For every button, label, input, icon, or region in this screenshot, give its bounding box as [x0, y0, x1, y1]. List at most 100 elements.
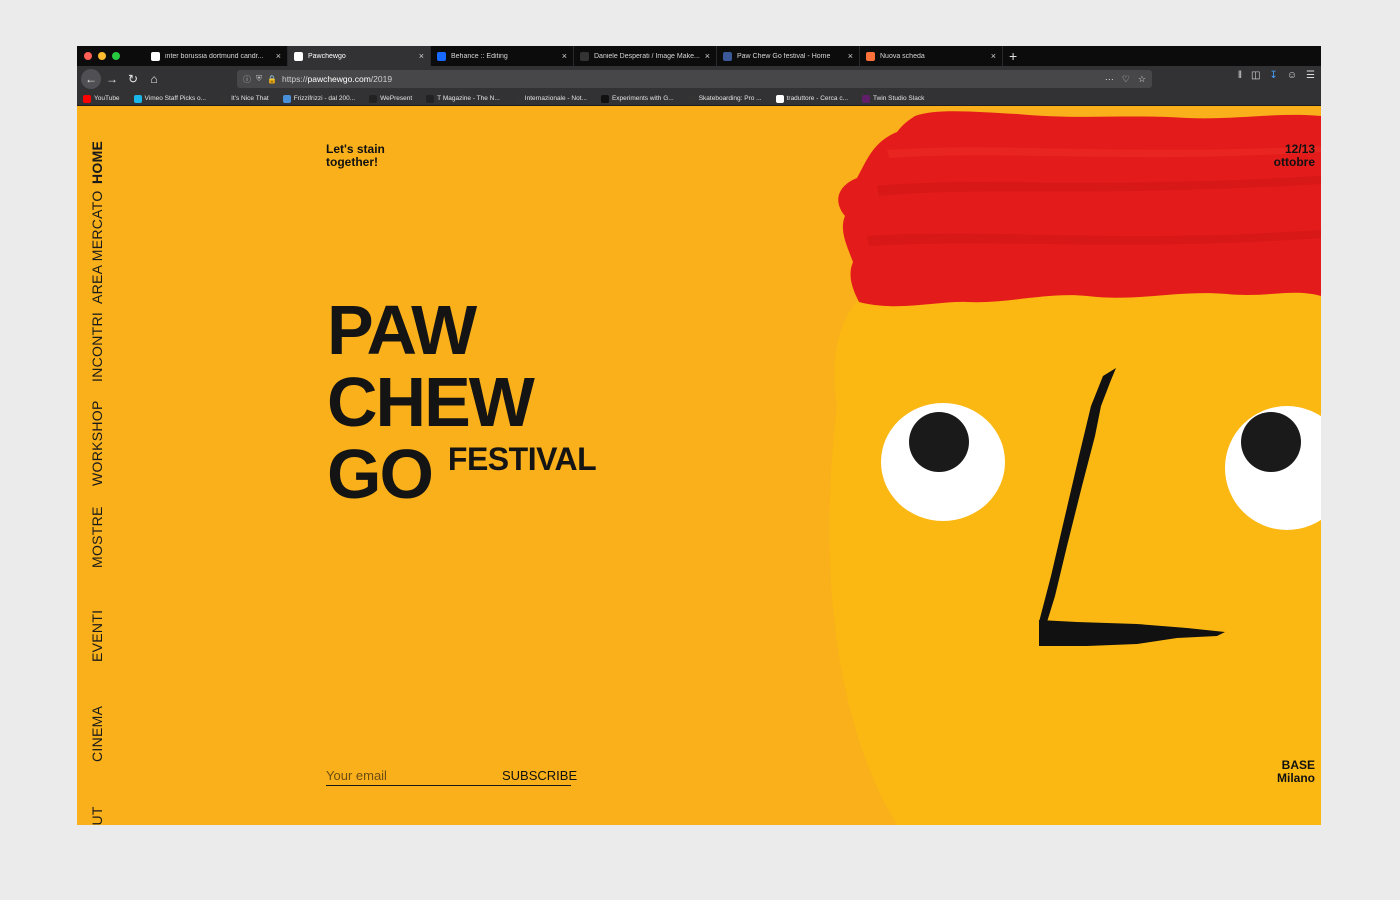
close-tab-icon[interactable]: ×	[276, 51, 281, 61]
close-tab-icon[interactable]: ×	[419, 51, 424, 61]
firefox-icon	[866, 51, 875, 61]
bookmark-item[interactable]: WePresent	[369, 94, 422, 103]
close-tab-icon[interactable]: ×	[991, 51, 996, 61]
nav-item-area-mercato[interactable]: AREA MERCATO	[89, 190, 105, 304]
maximize-window-button[interactable]	[112, 52, 120, 60]
tab-title: Behance :: Editing	[451, 52, 508, 60]
bookmark-item[interactable]: It's Nice That	[220, 94, 279, 103]
bookmark-item[interactable]: Internazionale - Not...	[513, 94, 597, 103]
account-icon[interactable]: ☺	[1287, 70, 1297, 81]
title-festival: FESTIVAL	[447, 441, 597, 477]
new-tab-button[interactable]: +	[1003, 48, 1023, 64]
tab-title: Daniele Desperati / Image Make...	[594, 52, 700, 60]
vimeo-icon	[133, 94, 142, 103]
bookmark-label: Internazionale - Not...	[524, 95, 587, 102]
face-illustration	[829, 111, 1321, 825]
dates-line: ottobre	[1273, 155, 1315, 169]
menu-icon[interactable]: ☰	[1306, 70, 1315, 81]
bookmark-item[interactable]: Vimeo Staff Picks o...	[133, 94, 217, 103]
bookmark-item[interactable]: YouTube	[83, 94, 130, 103]
bookmark-item[interactable]: Experiments with G...	[600, 94, 684, 103]
nav-item-about[interactable]: ABOUT	[89, 806, 105, 825]
nav-item-eventi[interactable]: EVENTI	[89, 610, 105, 662]
bookmark-label: T Magazine - The N...	[437, 95, 500, 102]
youtube-icon	[83, 94, 91, 103]
tab-title: Pawchewgo	[308, 52, 346, 60]
nav-item-workshop[interactable]: WORKSHOP	[89, 400, 105, 486]
skate-icon	[687, 94, 696, 103]
bookmark-label: Frizzifrizzi - dal 200...	[293, 95, 356, 102]
bookmark-item[interactable]: traduttore - Cerca c...	[775, 94, 858, 103]
google-icon	[151, 51, 160, 61]
browser-tab[interactable]: Nuova scheda ×	[860, 46, 1003, 66]
url-path: /2019	[370, 74, 393, 84]
browser-tab[interactable]: Pawchewgo ×	[288, 46, 431, 66]
red-paint-stroke	[838, 111, 1321, 307]
url-prefix: https://	[281, 74, 308, 84]
info-icon[interactable]: ⓘ	[243, 74, 251, 85]
nav-item-mostre[interactable]: MOSTRE	[89, 506, 105, 568]
url-host: pawchewgo.com	[307, 74, 371, 84]
back-button[interactable]: ←	[81, 69, 101, 89]
reload-button[interactable]: ↻	[123, 69, 143, 89]
bookmarks-bar: YouTube Vimeo Staff Picks o... It's Nice T…	[77, 92, 1321, 106]
left-eye-white	[881, 403, 1005, 521]
wepresent-icon	[369, 94, 378, 103]
nav-item-incontri[interactable]: INCONTRI	[89, 312, 105, 382]
nose-stroke	[1039, 368, 1116, 622]
nav-item-home[interactable]: HOME	[89, 141, 105, 184]
email-input[interactable]	[326, 766, 502, 785]
tab-title: Paw Chew Go festival - Home	[737, 52, 831, 60]
side-navigation: HOME AREA MERCATO INCONTRI WORKSHOP MOSTRE EV…	[89, 132, 105, 825]
close-window-button[interactable]	[84, 52, 92, 60]
browser-window: inter borussia dortmund candr... × Pawchew…	[77, 46, 1321, 825]
bookmark-item[interactable]: T Magazine - The N...	[426, 94, 510, 103]
sidebar-icon[interactable]: ◫	[1251, 70, 1260, 81]
bookmark-label: Twin Studio Slack	[873, 95, 925, 102]
bookmark-label: YouTube	[94, 95, 120, 102]
download-icon[interactable]: ↧	[1269, 70, 1277, 81]
close-tab-icon[interactable]: ×	[562, 51, 567, 61]
shield-icon[interactable]: ⛨	[256, 74, 262, 84]
left-eye-pupil	[909, 412, 969, 472]
title-line-paw: PAW	[327, 291, 477, 369]
forward-button[interactable]: →	[102, 69, 122, 89]
bookmark-item[interactable]: Twin Studio Slack	[862, 94, 934, 103]
title-line-chew: CHEW	[327, 363, 535, 441]
nyt-icon	[426, 94, 435, 103]
subscribe-button[interactable]: SUBSCRIBE	[502, 768, 577, 783]
itsnicethat-icon	[220, 94, 229, 103]
page-actions-icon[interactable]: ⋯	[1105, 74, 1114, 85]
bookmark-item[interactable]: Frizzifrizzi - dal 200...	[282, 94, 365, 103]
browser-tab[interactable]: Daniele Desperati / Image Make... ×	[574, 46, 717, 66]
close-tab-icon[interactable]: ×	[705, 51, 710, 61]
frizzifrizzi-icon	[282, 94, 291, 103]
browser-tab[interactable]: Paw Chew Go festival - Home ×	[717, 46, 860, 66]
browser-tab[interactable]: Behance :: Editing ×	[431, 46, 574, 66]
close-tab-icon[interactable]: ×	[848, 51, 853, 61]
tab-title: inter borussia dortmund candr...	[165, 52, 264, 60]
internazionale-icon	[513, 94, 522, 103]
bookmark-item[interactable]: Skateboarding: Pro ...	[687, 94, 772, 103]
facebook-icon	[723, 51, 732, 61]
nose-base-stroke	[1039, 620, 1225, 646]
pocket-icon[interactable]: ♡	[1122, 74, 1130, 85]
browser-tab[interactable]: inter borussia dortmund candr... ×	[145, 46, 288, 66]
window-controls	[77, 52, 145, 60]
address-bar[interactable]: ⓘ ⛨ 🔒 https://pawchewgo.com/2019 ⋯ ♡ ☆	[237, 70, 1152, 88]
bookmark-star-icon[interactable]: ☆	[1138, 74, 1146, 85]
bookmark-label: Vimeo Staff Picks o...	[144, 95, 207, 102]
newsletter-form: SUBSCRIBE	[326, 766, 577, 786]
navigation-toolbar: ← → ↻ ⌂ ⓘ ⛨ 🔒 https://pawchewgo.com/2019…	[77, 66, 1321, 92]
lock-icon[interactable]: 🔒	[267, 75, 277, 84]
google-icon	[775, 94, 784, 103]
nav-item-cinema[interactable]: CINEMA	[89, 706, 105, 762]
library-icon[interactable]: ‖	[1238, 70, 1242, 81]
tab-title: Nuova scheda	[880, 52, 925, 60]
bookmark-label: Skateboarding: Pro ...	[698, 95, 762, 102]
blank-icon	[580, 51, 589, 61]
minimize-window-button[interactable]	[98, 52, 106, 60]
behance-icon	[437, 51, 446, 61]
home-button[interactable]: ⌂	[144, 69, 164, 89]
bookmark-label: traduttore - Cerca c...	[786, 95, 849, 102]
